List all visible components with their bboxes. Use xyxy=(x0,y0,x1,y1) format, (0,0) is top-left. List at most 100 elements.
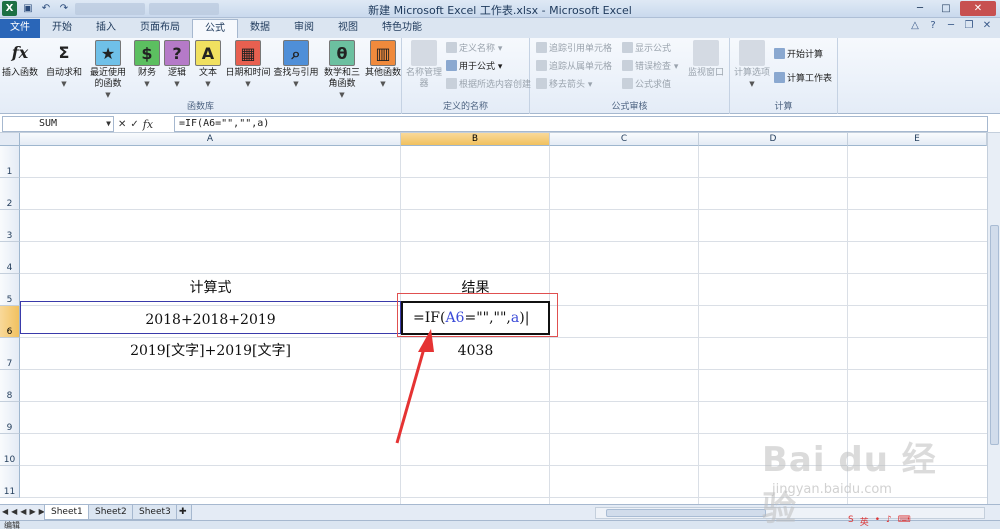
text-cursor: | xyxy=(524,310,530,326)
insert-function-button[interactable]: fx 插入函数 xyxy=(0,40,40,79)
column-header-b[interactable]: B xyxy=(401,133,550,146)
recent-functions-button[interactable]: ★ 最近使用的函数 ▼ xyxy=(86,40,130,101)
theta-book-icon: θ xyxy=(329,40,355,66)
row-header-3[interactable]: 3 xyxy=(0,210,20,242)
column-header-e[interactable]: E xyxy=(848,133,987,146)
datetime-button[interactable]: ▦ 日期和时间 ▼ xyxy=(224,40,272,90)
calc-sheet-button[interactable]: 计算工作表 xyxy=(774,72,832,86)
financial-button[interactable]: $ 财务 ▼ xyxy=(132,40,162,90)
column-header-c[interactable]: C xyxy=(550,133,699,146)
tab-home[interactable]: 开始 xyxy=(40,19,84,38)
tab-formulas[interactable]: 公式 xyxy=(192,19,238,38)
calc-options-button[interactable]: 计算选项 ▼ xyxy=(732,40,772,90)
fx-icon[interactable]: fx xyxy=(143,118,153,131)
ime-mic-icon[interactable]: ♪ xyxy=(886,515,892,528)
text-button[interactable]: A 文本 ▼ xyxy=(193,40,223,90)
minimize-workbook-icon[interactable]: ─ xyxy=(944,20,958,31)
formula-buttons: ✕ ✓ fx xyxy=(118,116,153,132)
tab-view[interactable]: 视图 xyxy=(326,19,370,38)
tab-data[interactable]: 数据 xyxy=(238,19,282,38)
ime-mode-icon[interactable]: 英 xyxy=(860,515,869,528)
math-button[interactable]: θ 数学和三角函数 ▼ xyxy=(320,40,364,101)
collapse-ribbon-icon[interactable]: △ xyxy=(908,20,922,31)
logical-book-icon: ? xyxy=(164,40,190,66)
calendar-book-icon: ▦ xyxy=(235,40,261,66)
restore-workbook-icon[interactable]: ❐ xyxy=(962,20,976,31)
row-header-9[interactable]: 9 xyxy=(0,402,20,434)
define-name-button[interactable]: 定义名称 ▾ xyxy=(446,42,502,56)
trace-precedents-button[interactable]: 追踪引用单元格 xyxy=(536,42,612,56)
row-header-10[interactable]: 10 xyxy=(0,434,20,466)
row-header-8[interactable]: 8 xyxy=(0,370,20,402)
tab-page-layout[interactable]: 页面布局 xyxy=(128,19,192,38)
window-title: 新建 Microsoft Excel 工作表.xlsx - Microsoft … xyxy=(368,4,632,17)
tab-special[interactable]: 特色功能 xyxy=(370,19,434,38)
row-header-11[interactable]: 11 xyxy=(0,466,20,498)
column-header-a[interactable]: A xyxy=(20,133,401,146)
chevron-down-icon: ▼ xyxy=(144,80,150,88)
scroll-thumb[interactable] xyxy=(606,509,766,517)
tab-review[interactable]: 审阅 xyxy=(282,19,326,38)
row-header-7[interactable]: 7 xyxy=(0,338,20,370)
use-in-formula-button[interactable]: 用于公式 ▾ xyxy=(446,60,502,74)
group-label: 公式审核 xyxy=(611,102,648,112)
sheet-tab-sheet2[interactable]: Sheet2 xyxy=(88,505,134,520)
insert-sheet-icon[interactable]: ✚ xyxy=(176,505,192,520)
horizontal-scrollbar[interactable] xyxy=(595,507,985,519)
close-button[interactable]: ✕ xyxy=(960,1,996,16)
autosum-button[interactable]: Σ 自动求和 ▼ xyxy=(44,40,84,90)
group-calculation: 计算选项 ▼ 开始计算 计算工作表 计算 xyxy=(730,38,838,114)
vertical-scrollbar[interactable] xyxy=(987,133,1000,504)
financial-book-icon: $ xyxy=(134,40,160,66)
more-functions-button[interactable]: ▥ 其他函数 ▼ xyxy=(364,40,402,90)
group-formula-auditing: 追踪引用单元格 追踪从属单元格 移去箭头 ▾ 显示公式 错误检查 ▾ 公式求值 … xyxy=(530,38,730,114)
calc-now-button[interactable]: 开始计算 xyxy=(774,48,823,62)
chevron-down-icon: ▼ xyxy=(61,80,67,88)
ime-keyboard-icon[interactable]: ⌨ xyxy=(898,515,911,528)
maximize-button[interactable]: □ xyxy=(934,1,958,16)
show-formulas-button[interactable]: 显示公式 xyxy=(622,42,671,56)
chevron-down-icon[interactable]: ▼ xyxy=(106,117,111,131)
ribbon: fx 插入函数 Σ 自动求和 ▼ ★ 最近使用的函数 ▼ $ 财务 ▼ ? 逻辑… xyxy=(0,38,1000,114)
watch-window-button[interactable]: 监视窗口 xyxy=(684,40,728,79)
remove-arrows-button[interactable]: 移去箭头 ▾ xyxy=(536,78,592,92)
cell-b7[interactable]: 4038 xyxy=(401,338,550,368)
gridline xyxy=(20,433,987,434)
help-icon[interactable]: ? xyxy=(926,20,940,31)
select-all-corner[interactable] xyxy=(0,133,20,146)
more-books-icon: ▥ xyxy=(370,40,396,66)
cell-a6[interactable]: 2018+2018+2019 xyxy=(20,306,401,336)
evaluate-formula-button[interactable]: 公式求值 xyxy=(622,78,671,92)
row-header-1[interactable]: 1 xyxy=(0,146,20,178)
cell-a7[interactable]: 2019[文字]+2019[文字] xyxy=(20,338,401,368)
name-box[interactable]: SUM ▼ xyxy=(2,116,114,132)
sogou-icon[interactable]: S xyxy=(848,515,854,528)
column-header-d[interactable]: D xyxy=(699,133,848,146)
cancel-formula-icon[interactable]: ✕ xyxy=(118,119,126,130)
sheet-tab-sheet1[interactable]: Sheet1 xyxy=(44,505,90,520)
scroll-thumb[interactable] xyxy=(990,225,999,445)
row-header-2[interactable]: 2 xyxy=(0,178,20,210)
row-header-4[interactable]: 4 xyxy=(0,242,20,274)
sheet-tab-sheet3[interactable]: Sheet3 xyxy=(132,505,178,520)
tab-insert[interactable]: 插入 xyxy=(84,19,128,38)
row-header-5[interactable]: 5 xyxy=(0,274,20,306)
lookup-button[interactable]: ⌕ 查找与引用 ▼ xyxy=(272,40,320,90)
chevron-down-icon: ▼ xyxy=(749,80,755,88)
cell-b6-formula[interactable]: =IF(A6="","",a)| xyxy=(413,310,529,326)
confirm-formula-icon[interactable]: ✓ xyxy=(130,119,138,130)
row-header-6[interactable]: 6 xyxy=(0,306,20,338)
spreadsheet-grid: A B C D E 1 2 3 4 5 6 7 8 9 10 11 计算式 结果… xyxy=(0,133,1000,504)
name-manager-button[interactable]: 名称管理器 xyxy=(404,40,444,90)
create-from-selection-button[interactable]: 根据所选内容创建 xyxy=(446,78,531,92)
minimize-button[interactable]: ─ xyxy=(908,1,932,16)
star-book-icon: ★ xyxy=(95,40,121,66)
error-checking-button[interactable]: 错误检查 ▾ xyxy=(622,60,678,74)
formula-input[interactable]: =IF(A6="","",a) xyxy=(174,116,988,132)
ime-punct-icon[interactable]: • xyxy=(875,515,880,528)
close-workbook-icon[interactable]: ✕ xyxy=(980,20,994,31)
trace-dependents-button[interactable]: 追踪从属单元格 xyxy=(536,60,612,74)
title-bar: X ▣ ↶ ↷ 新建 Microsoft Excel 工作表.xlsx - Mi… xyxy=(0,0,1000,18)
tab-file[interactable]: 文件 xyxy=(0,19,40,38)
logical-button[interactable]: ? 逻辑 ▼ xyxy=(162,40,192,90)
